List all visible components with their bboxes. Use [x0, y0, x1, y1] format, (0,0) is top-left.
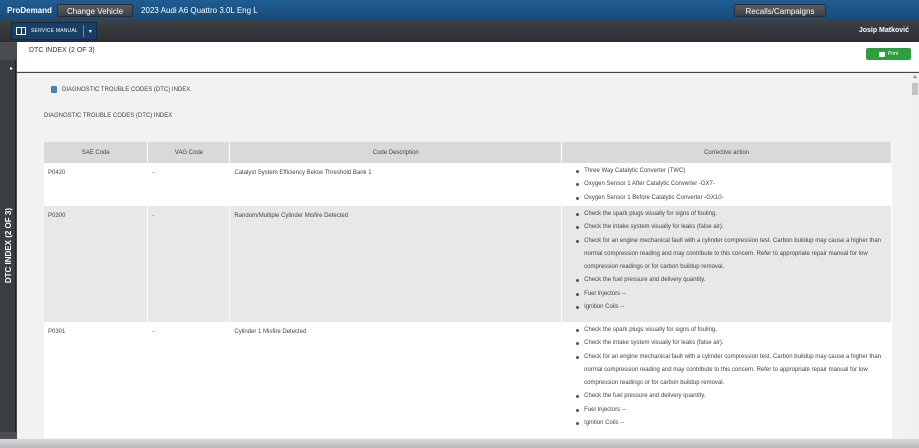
dtc-table: SAE Code VAG Code Code Description Corre…: [44, 142, 892, 438]
scroll-up-icon[interactable]: [913, 75, 917, 78]
column-header-corrective-action: Corrective action: [561, 142, 892, 163]
top-navigation-bar: ProDemand Change Vehicle 2023 Audi A6 Qu…: [0, 0, 919, 20]
action-item: Check the spark plugs visually for signs…: [576, 208, 887, 221]
table-header-row: SAE Code VAG Code Code Description Corre…: [44, 142, 892, 163]
page-title: DTC INDEX (2 OF 3): [29, 47, 95, 54]
vag-code: -: [147, 206, 231, 322]
action-item: Check for an engine mechanical fault wit…: [576, 351, 887, 391]
vehicle-name: 2023 Audi A6 Quattro 3.0L Eng L: [141, 5, 258, 15]
action-item: Ignition Coils --: [576, 301, 887, 314]
action-item: Check the spark plugs visually for signs…: [576, 324, 887, 337]
chevron-down-icon[interactable]: ▾: [89, 28, 92, 35]
table-row: P0420 - Catalyst System Efficiency Below…: [44, 163, 892, 206]
action-item: Oxygen Sensor 1 After Catalytic Converte…: [576, 178, 887, 191]
divider: [82, 25, 84, 37]
printer-icon: [878, 51, 885, 57]
page-header: DTC INDEX (2 OF 3) Print: [17, 42, 919, 72]
corrective-action: Three Way Catalytic Converter (TWC) Oxyg…: [561, 163, 892, 206]
action-item: Check the intake system visually for lea…: [576, 221, 887, 234]
vag-code: -: [147, 322, 231, 438]
side-panel-label: DTC INDEX (2 OF 3): [3, 208, 13, 284]
action-list: Three Way Catalytic Converter (TWC) Oxyg…: [566, 165, 887, 205]
column-header-sae-code: SAE Code: [44, 142, 149, 163]
corrective-action: Check the spark plugs visually for signs…: [561, 322, 892, 438]
document-icon: [51, 86, 57, 93]
recalls-campaigns-button[interactable]: Recalls/Campaigns: [734, 4, 826, 17]
column-header-vag-code: VAG Code: [147, 142, 231, 163]
action-list: Check the spark plugs visually for signs…: [566, 324, 887, 430]
action-item: Check for an engine mechanical fault wit…: [576, 235, 887, 275]
service-manual-label: SERVICE MANUAL: [31, 28, 78, 34]
side-panel-tab[interactable]: ▸ DTC INDEX (2 OF 3): [0, 60, 16, 432]
action-item: Oxygen Sensor 1 Before Catalytic Convert…: [576, 192, 887, 205]
code-description: Random/Multiple Cylinder Misfire Detecte…: [229, 206, 563, 322]
breadcrumb[interactable]: DIAGNOSTIC TROUBLE CODES (DTC) INDEX: [51, 86, 190, 93]
change-vehicle-button[interactable]: Change Vehicle: [57, 3, 134, 17]
module-bar: SERVICE MANUAL ▾: [0, 20, 919, 42]
sae-code: P0420: [44, 163, 149, 206]
scroll-thumb[interactable]: [912, 83, 918, 95]
section-heading: DIAGNOSTIC TROUBLE CODES (DTC) INDEX: [44, 113, 173, 119]
brand-label: ProDemand: [7, 5, 52, 15]
bottom-bar: [0, 439, 919, 448]
user-name[interactable]: Josip Matković: [859, 27, 909, 34]
action-item: Ignition Coils --: [576, 417, 887, 430]
document-content: DIAGNOSTIC TROUBLE CODES (DTC) INDEX DIA…: [17, 73, 911, 439]
service-manual-menu[interactable]: SERVICE MANUAL ▾: [11, 22, 97, 40]
action-item: Fuel Injectors --: [576, 288, 887, 301]
code-description: Cylinder 1 Misfire Detected: [229, 322, 563, 438]
code-description: Catalyst System Efficiency Below Thresho…: [229, 163, 563, 206]
print-button[interactable]: Print: [866, 48, 911, 60]
action-item: Check the intake system visually for lea…: [576, 337, 887, 350]
action-item: Fuel Injectors --: [576, 404, 887, 417]
vag-code: -: [147, 163, 231, 206]
action-item: Three Way Catalytic Converter (TWC): [576, 165, 887, 178]
action-list: Check the spark plugs visually for signs…: [566, 208, 887, 314]
book-icon: [16, 27, 26, 35]
table-row: P0300 - Random/Multiple Cylinder Misfire…: [44, 206, 892, 322]
sae-code: P0300: [44, 206, 149, 322]
action-item: Check the fuel pressure and delivery qua…: [576, 390, 887, 403]
corrective-action: Check the spark plugs visually for signs…: [561, 206, 892, 322]
print-label: Print: [887, 51, 899, 57]
action-item: Check the fuel pressure and delivery qua…: [576, 274, 887, 287]
breadcrumb-label: DIAGNOSTIC TROUBLE CODES (DTC) INDEX: [62, 86, 191, 93]
column-header-code-description: Code Description: [229, 142, 563, 163]
table-row: P0301 - Cylinder 1 Misfire Detected Chec…: [44, 322, 892, 438]
sae-code: P0301: [44, 322, 149, 438]
vertical-scrollbar[interactable]: [911, 73, 919, 439]
